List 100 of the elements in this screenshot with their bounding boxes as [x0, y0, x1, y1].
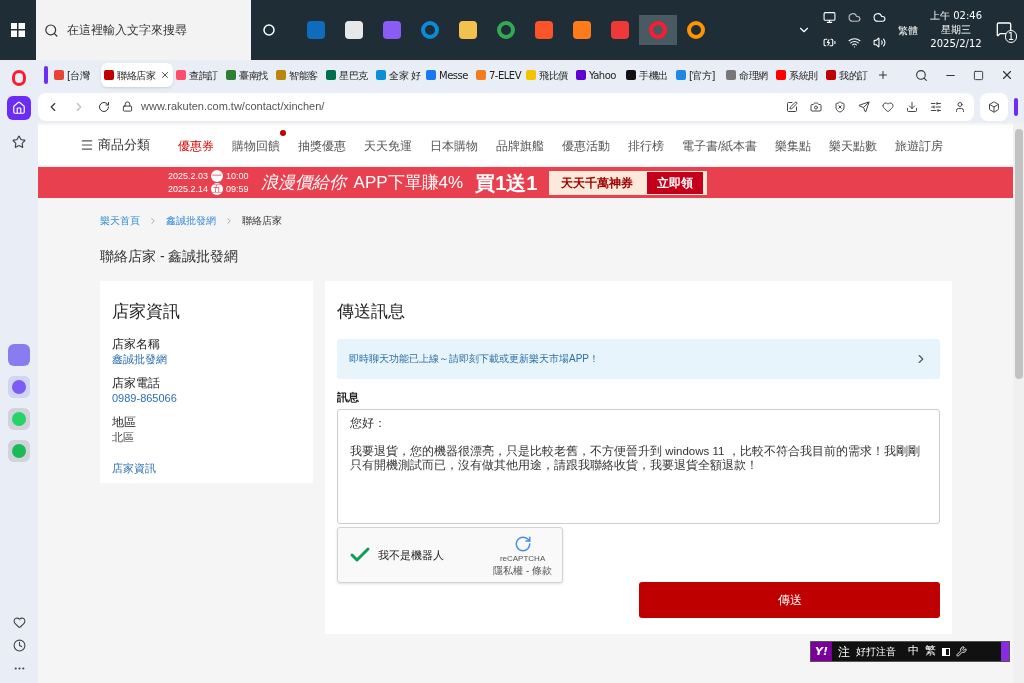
- nav-link[interactable]: 優惠券: [178, 139, 214, 153]
- edit-icon[interactable]: [786, 100, 798, 113]
- app-icon: [459, 21, 477, 39]
- app-notice-banner[interactable]: 即時聊天功能已上線～請即刻下載或更新樂天市場APP！: [337, 338, 940, 379]
- profile-icon[interactable]: [954, 100, 966, 113]
- new-tab-icon[interactable]: [877, 69, 889, 81]
- wifi-icon[interactable]: [848, 36, 861, 49]
- nav-link[interactable]: 日本購物: [430, 139, 478, 153]
- browser-tab[interactable]: 智能客: [273, 63, 323, 87]
- nav-link[interactable]: 抽獎優惠: [298, 139, 346, 153]
- recaptcha-links[interactable]: 隱私權 - 條款: [493, 564, 552, 576]
- cloud-icon[interactable]: [873, 11, 886, 24]
- promo-slogan: 浪漫價給你: [260, 171, 346, 194]
- close-icon[interactable]: [1000, 68, 1014, 82]
- address-bar[interactable]: www.rakuten.com.tw/contact/xinchen/: [38, 92, 974, 121]
- tab-title: [官方]: [689, 68, 715, 83]
- ime-script[interactable]: 繁: [925, 643, 936, 660]
- close-icon[interactable]: [160, 70, 170, 80]
- browser-tab[interactable]: 飛比價: [523, 63, 573, 87]
- browser-tab[interactable]: Messe: [423, 63, 473, 87]
- reload-icon[interactable]: [98, 100, 110, 113]
- browser-tab[interactable]: 手機出: [623, 63, 673, 87]
- nav-link[interactable]: 電子書/紙本書: [682, 139, 758, 153]
- message-textarea[interactable]: 您好： 我要退貨，您的機器很漂亮，只是比較老舊，不方便晉升到 windows 11 ，比較不符合我目前的需求！我剛剛只有開機測試而已，沒有做其他用途，請跟我聯絡收貨，我要退貨全額退款！: [337, 409, 940, 524]
- browser-tab[interactable]: 我的訂: [823, 63, 873, 87]
- half-width-icon[interactable]: [942, 647, 950, 656]
- extensions-button[interactable]: [980, 92, 1008, 121]
- scrollbar[interactable]: [1013, 123, 1024, 683]
- promo-text: APP下單賺4%: [353, 171, 464, 194]
- send-button[interactable]: 傳送: [639, 582, 940, 618]
- maximize-icon[interactable]: [973, 69, 984, 81]
- app-icon: [573, 21, 591, 39]
- browser-tab[interactable]: Yahoo: [573, 63, 623, 87]
- clock-weekday[interactable]: 星期三: [941, 23, 971, 37]
- clock-time[interactable]: 上午 02:46: [930, 9, 982, 23]
- browser-tab[interactable]: 聯絡店家: [101, 63, 173, 87]
- field-link[interactable]: 0989-865066: [112, 390, 301, 405]
- field-label: 店家名稱: [112, 336, 161, 351]
- app-icon: [345, 21, 363, 39]
- shield-icon[interactable]: [834, 100, 846, 113]
- workspace-indicator: [44, 66, 48, 84]
- search-icon: [44, 22, 59, 38]
- browser-tab[interactable]: 查詢訂: [173, 63, 223, 87]
- browser-tab[interactable]: [台灣: [51, 63, 101, 87]
- app-shortcut-icon[interactable]: [8, 344, 30, 366]
- scrollbar-thumb[interactable]: [1014, 129, 1023, 379]
- search-icon[interactable]: [915, 68, 928, 82]
- card-title: 店家資訊: [112, 301, 181, 323]
- search-field[interactable]: 在這裡輸入文字來搜尋: [66, 21, 243, 39]
- app-icon: [535, 21, 553, 39]
- recaptcha-widget[interactable]: 我不是機器人 reCAPTCHA 隱私權 - 條款: [337, 527, 563, 583]
- opera-logo-icon[interactable]: [12, 70, 26, 86]
- volume-icon[interactable]: [873, 36, 886, 49]
- claim-button[interactable]: 立即領: [647, 171, 704, 194]
- browser-tab[interactable]: 星巴克: [323, 63, 373, 87]
- category-menu-button[interactable]: 商品分類: [80, 135, 150, 155]
- promo-end-time: 09:59: [226, 182, 249, 196]
- tab-title: 全家 好: [389, 68, 421, 83]
- ime-language[interactable]: 中: [908, 643, 919, 660]
- promo-banner[interactable]: 2025.2.03 一 10:00 2025.2.14 五 09:59 浪漫價給你 APP下單賺4% 買1送1 天天千萬神券 立即領: [38, 167, 1013, 198]
- browser-tab[interactable]: 全家 好: [373, 63, 423, 87]
- tab-title: 智能客: [289, 68, 318, 83]
- messenger-icon[interactable]: [8, 376, 30, 398]
- download-icon[interactable]: [906, 100, 918, 113]
- browser-tab[interactable]: 系統則: [773, 63, 823, 87]
- field-link[interactable]: 鑫誠批發網: [112, 351, 301, 366]
- cube-icon: [988, 100, 1000, 113]
- send-icon[interactable]: [858, 100, 870, 113]
- ime-toolbar[interactable]: Y! 注 好打注音 中 繁: [810, 641, 1010, 662]
- nav-link[interactable]: 樂集點: [775, 139, 812, 153]
- field-label: 地區: [112, 414, 137, 429]
- nav-link[interactable]: 天天免運: [364, 139, 412, 153]
- history-icon[interactable]: [12, 639, 26, 652]
- nav-link[interactable]: 旅遊訂房: [895, 139, 944, 153]
- tab-title: 我的訂: [839, 68, 868, 83]
- battery-icon[interactable]: [823, 36, 836, 49]
- nav-link[interactable]: 購物回饋: [232, 139, 280, 153]
- wrench-icon[interactable]: [956, 646, 967, 657]
- home-button[interactable]: [7, 96, 31, 120]
- browser-tab[interactable]: 臺南找: [223, 63, 273, 87]
- nav-link[interactable]: 樂天點數: [829, 139, 878, 153]
- store-info-link[interactable]: 店家資訊: [112, 459, 301, 476]
- input-method-indicator[interactable]: 繁體: [898, 22, 918, 38]
- camera-icon[interactable]: [810, 100, 822, 113]
- browser-tab[interactable]: [官方]: [673, 63, 723, 87]
- device-icon[interactable]: [823, 11, 836, 24]
- nav-link[interactable]: 優惠活動: [562, 139, 610, 153]
- ime-mode[interactable]: 注: [838, 642, 850, 661]
- nav-link[interactable]: 排行榜: [628, 139, 664, 153]
- browser-tab[interactable]: 命理網: [723, 63, 773, 87]
- url-text[interactable]: www.rakuten.com.tw/contact/xinchen/: [141, 98, 325, 115]
- ime-handle[interactable]: [1001, 642, 1009, 661]
- sidebar-toggle[interactable]: [1014, 97, 1018, 116]
- heart-icon[interactable]: [882, 100, 894, 113]
- sliders-icon[interactable]: [930, 100, 942, 113]
- heart-icon[interactable]: [12, 616, 26, 629]
- browser-tab[interactable]: 7-ELEV: [473, 63, 523, 87]
- clock-date[interactable]: 2025/2/12: [930, 37, 982, 51]
- notification-button[interactable]: 1: [996, 21, 1014, 39]
- nav-link[interactable]: 品牌旗艦: [496, 139, 544, 153]
